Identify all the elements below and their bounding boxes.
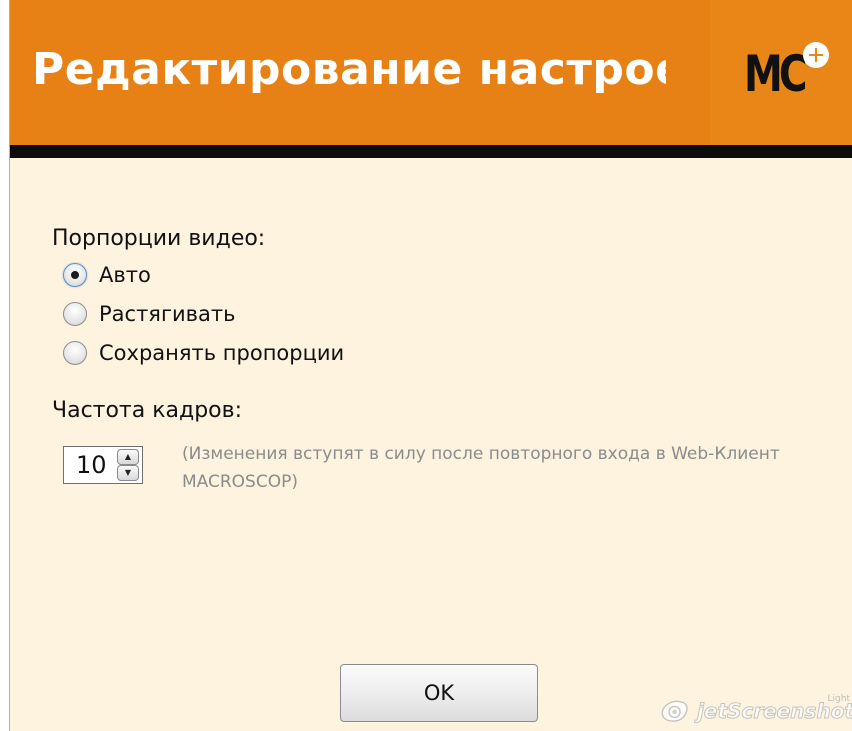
radio-auto-label: Авто (99, 263, 151, 287)
radio-button[interactable] (63, 341, 87, 365)
radio-keep-proportions-label: Сохранять пропорции (99, 341, 345, 365)
radio-stretch[interactable]: Растягивать (63, 299, 235, 329)
plus-icon (803, 42, 829, 68)
settings-dialog: Редактирование настроек MC Порпорции вид… (9, 0, 852, 731)
radio-stretch-label: Растягивать (99, 302, 236, 326)
radio-button-checked[interactable] (63, 263, 87, 287)
radio-auto[interactable]: Авто (63, 260, 151, 290)
frame-rate-value[interactable]: 10 (76, 450, 107, 480)
watermark: jetScreenshot Light (658, 694, 852, 728)
header-divider (10, 145, 852, 158)
frame-rate-stepper[interactable]: 10 ▲ ▼ (63, 446, 143, 484)
ok-button[interactable]: OK (340, 664, 538, 722)
spin-up-icon[interactable]: ▲ (117, 449, 139, 465)
logo-text: MC (744, 45, 808, 103)
video-proportions-label: Порпорции видео: (52, 226, 266, 251)
camera-icon (661, 700, 688, 722)
macroscop-logo: MC (710, 0, 852, 145)
spin-down-icon[interactable]: ▼ (117, 465, 139, 481)
dialog-title: Редактирование настроек (32, 44, 666, 95)
watermark-small: Light (827, 694, 850, 704)
radio-button[interactable] (63, 302, 87, 326)
frame-rate-hint: (Изменения вступят в силу после повторно… (182, 444, 780, 492)
dialog-header: Редактирование настроек MC (10, 0, 852, 145)
radio-keep-proportions[interactable]: Сохранять пропорции (63, 338, 344, 368)
frame-rate-label: Частота кадров: (52, 398, 243, 423)
